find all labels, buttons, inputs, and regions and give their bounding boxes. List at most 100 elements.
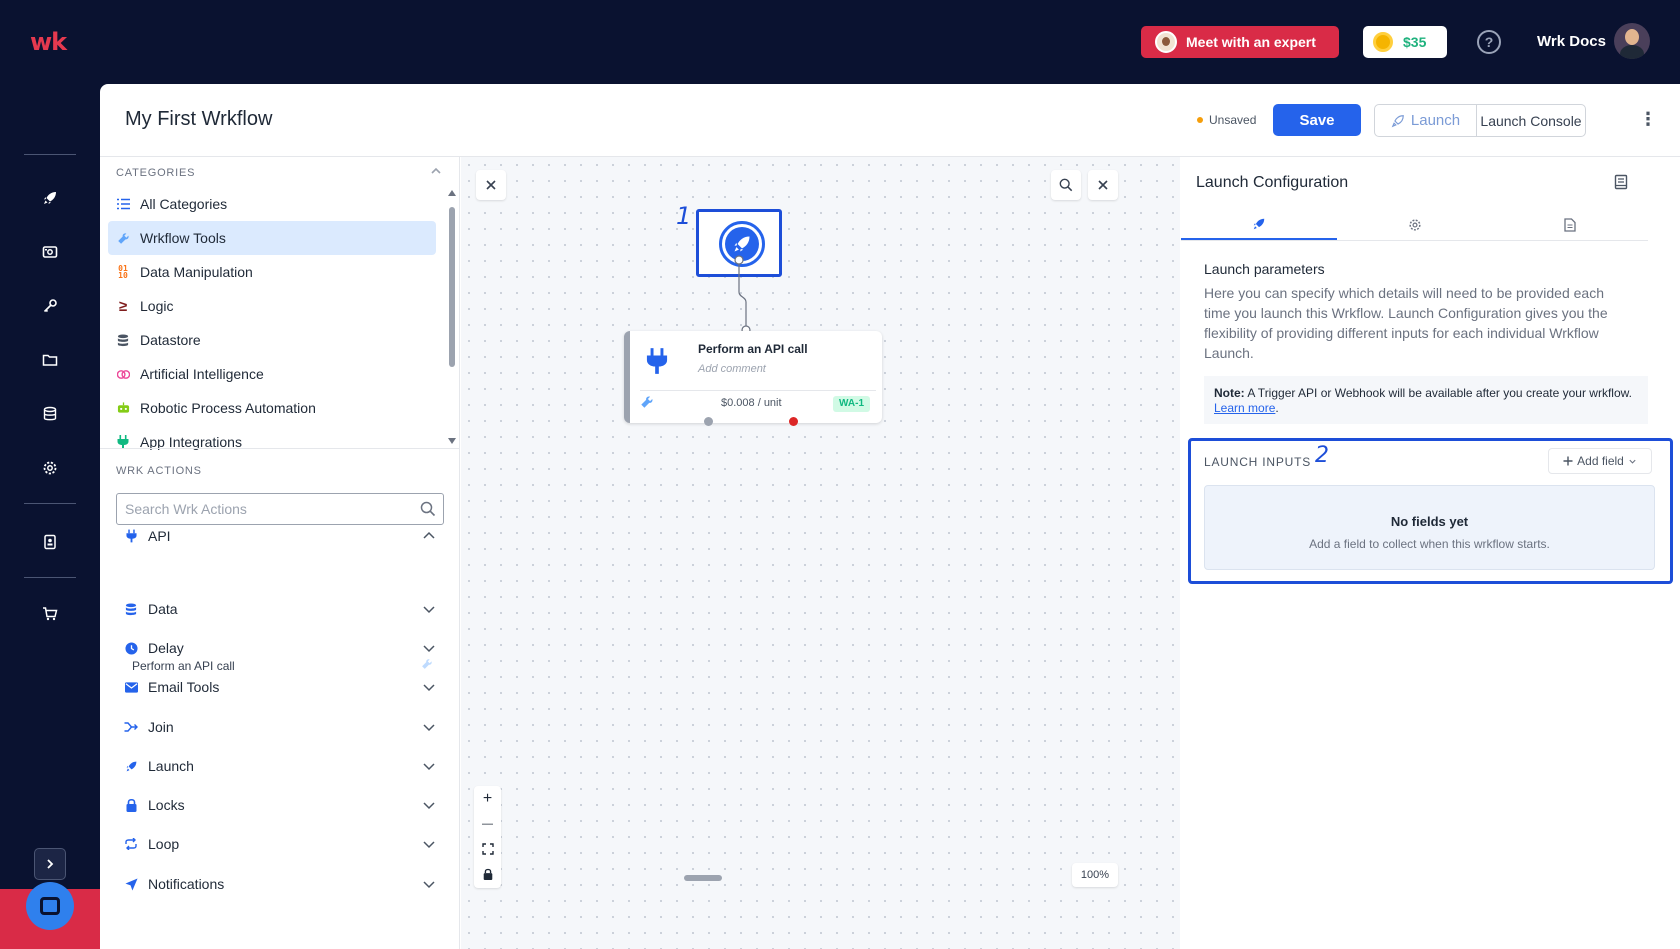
zoom-controls: + — xyxy=(474,786,501,888)
tab-launch[interactable] xyxy=(1181,209,1337,240)
fit-view-button[interactable] xyxy=(474,836,501,861)
status-dot xyxy=(1197,117,1203,123)
launch-inputs-highlight: LAUNCH INPUTS 2 Add field No fields yet … xyxy=(1188,438,1673,584)
save-button[interactable]: Save xyxy=(1273,104,1361,136)
group-label: Join xyxy=(148,719,174,735)
zoom-out-button[interactable]: — xyxy=(474,811,501,836)
lock-view-button[interactable] xyxy=(474,861,501,886)
group-email-tools[interactable]: Email Tools xyxy=(124,673,436,701)
group-notifications[interactable]: Notifications xyxy=(124,870,436,898)
node-price: $0.008 / unit xyxy=(721,397,782,409)
join-arrows-icon xyxy=(124,720,138,734)
launch-button[interactable]: Launch xyxy=(1375,105,1477,136)
category-datastore[interactable]: Datastore xyxy=(108,323,436,357)
group-label: Data xyxy=(148,601,178,617)
plug-icon xyxy=(646,348,668,374)
group-join[interactable]: Join xyxy=(124,713,436,741)
category-data-manipulation[interactable]: 01 10 Data Manipulation xyxy=(108,255,436,289)
launch-trigger-node[interactable] xyxy=(719,221,765,267)
rail-divider xyxy=(24,503,76,504)
group-label: API xyxy=(148,528,171,544)
key-icon[interactable] xyxy=(38,294,62,318)
group-launch[interactable]: Launch xyxy=(124,752,436,780)
step-marker-1: 1 xyxy=(676,202,692,230)
api-call-node[interactable]: Perform an API call Add comment $0.008 /… xyxy=(624,331,882,426)
category-app-integrations[interactable]: App Integrations xyxy=(108,425,436,459)
monitor-icon[interactable] xyxy=(38,240,62,264)
learn-more-link[interactable]: Learn more xyxy=(1214,401,1275,415)
category-label: Data Manipulation xyxy=(140,264,253,280)
close-panel-button[interactable] xyxy=(476,170,506,200)
expand-sidebar-button[interactable] xyxy=(34,848,66,880)
scroll-down-arrow[interactable] xyxy=(448,438,456,444)
add-field-button[interactable]: Add field xyxy=(1548,448,1652,474)
database-icon xyxy=(124,602,138,616)
contacts-book-icon[interactable] xyxy=(38,530,62,554)
clock-icon xyxy=(124,641,138,655)
category-wrkflow-tools[interactable]: Wrkflow Tools xyxy=(108,221,436,255)
more-options-icon[interactable]: ⋮ xyxy=(1638,110,1658,130)
rail-divider xyxy=(24,154,76,155)
group-locks[interactable]: Locks xyxy=(124,791,436,819)
category-rpa[interactable]: Robotic Process Automation xyxy=(108,391,436,425)
launch-label: Launch xyxy=(1410,112,1461,129)
category-logic[interactable]: ≥ Logic xyxy=(108,289,436,323)
launch-params-title: Launch parameters xyxy=(1204,261,1325,277)
collapse-categories-icon[interactable] xyxy=(430,165,442,177)
error-output-port[interactable] xyxy=(789,417,798,426)
tab-settings[interactable] xyxy=(1337,209,1493,240)
wrench-icon[interactable] xyxy=(640,395,654,409)
search-icon[interactable] xyxy=(420,501,436,517)
folder-icon[interactable] xyxy=(38,348,62,372)
panel-divider xyxy=(100,448,460,449)
help-icon[interactable]: ? xyxy=(1477,30,1501,54)
envelope-icon xyxy=(124,680,138,694)
rocket-icon[interactable] xyxy=(38,186,62,210)
close-config-button[interactable] xyxy=(1088,170,1118,200)
launch-console-button[interactable]: Launch Console xyxy=(1477,105,1585,136)
group-api[interactable]: API xyxy=(124,522,436,550)
categories-scrollbar[interactable] xyxy=(449,207,455,367)
tab-document[interactable] xyxy=(1492,209,1648,240)
chevron-down-icon xyxy=(423,802,435,810)
chevron-down-icon xyxy=(1629,459,1636,464)
category-ai[interactable]: Artificial Intelligence xyxy=(108,357,436,391)
plug-icon xyxy=(116,435,130,449)
expert-avatar xyxy=(1155,31,1177,53)
plus-icon xyxy=(1563,456,1573,466)
user-label[interactable]: Wrk Docs xyxy=(1537,33,1606,50)
canvas-scrollbar[interactable] xyxy=(684,875,722,881)
group-label: Notifications xyxy=(148,876,225,892)
cart-icon[interactable] xyxy=(38,602,62,626)
group-delay[interactable]: Delay xyxy=(124,634,436,662)
database-icon[interactable] xyxy=(38,402,62,426)
group-loop[interactable]: Loop xyxy=(124,830,436,858)
chevron-up-icon xyxy=(423,531,435,539)
chat-widget-button[interactable] xyxy=(26,882,74,930)
zoom-in-button[interactable]: + xyxy=(474,786,501,811)
launch-params-description: Here you can specify which details will … xyxy=(1204,285,1608,361)
workflow-canvas[interactable]: 1 Perform an API call Add comment $0.008… xyxy=(461,157,1180,949)
search-input[interactable] xyxy=(117,494,443,524)
credits-amount: $35 xyxy=(1403,34,1427,50)
rocket-icon xyxy=(1253,218,1265,229)
node-comment[interactable]: Add comment xyxy=(698,363,766,375)
page-title[interactable]: My First Wrkflow xyxy=(125,108,272,131)
canvas-search-button[interactable] xyxy=(1051,170,1081,200)
node-id-badge: WA-1 xyxy=(833,396,870,412)
meet-expert-button[interactable]: Meet with an expert xyxy=(1141,26,1339,58)
chevron-down-icon xyxy=(423,606,435,614)
lock-icon xyxy=(124,798,138,812)
credits-button[interactable]: $35 xyxy=(1363,26,1447,58)
category-all[interactable]: All Categories xyxy=(108,187,436,221)
gear-icon[interactable] xyxy=(38,456,62,480)
book-icon[interactable] xyxy=(1613,174,1629,190)
node-divider xyxy=(640,390,876,391)
user-avatar[interactable] xyxy=(1614,23,1650,59)
step-marker-2: 2 xyxy=(1315,443,1329,468)
scroll-up-arrow[interactable] xyxy=(448,190,456,196)
wrk-logo[interactable]: wk xyxy=(30,28,67,56)
group-data[interactable]: Data xyxy=(124,595,436,623)
group-label: Delay xyxy=(148,640,184,656)
success-output-port[interactable] xyxy=(704,417,713,426)
